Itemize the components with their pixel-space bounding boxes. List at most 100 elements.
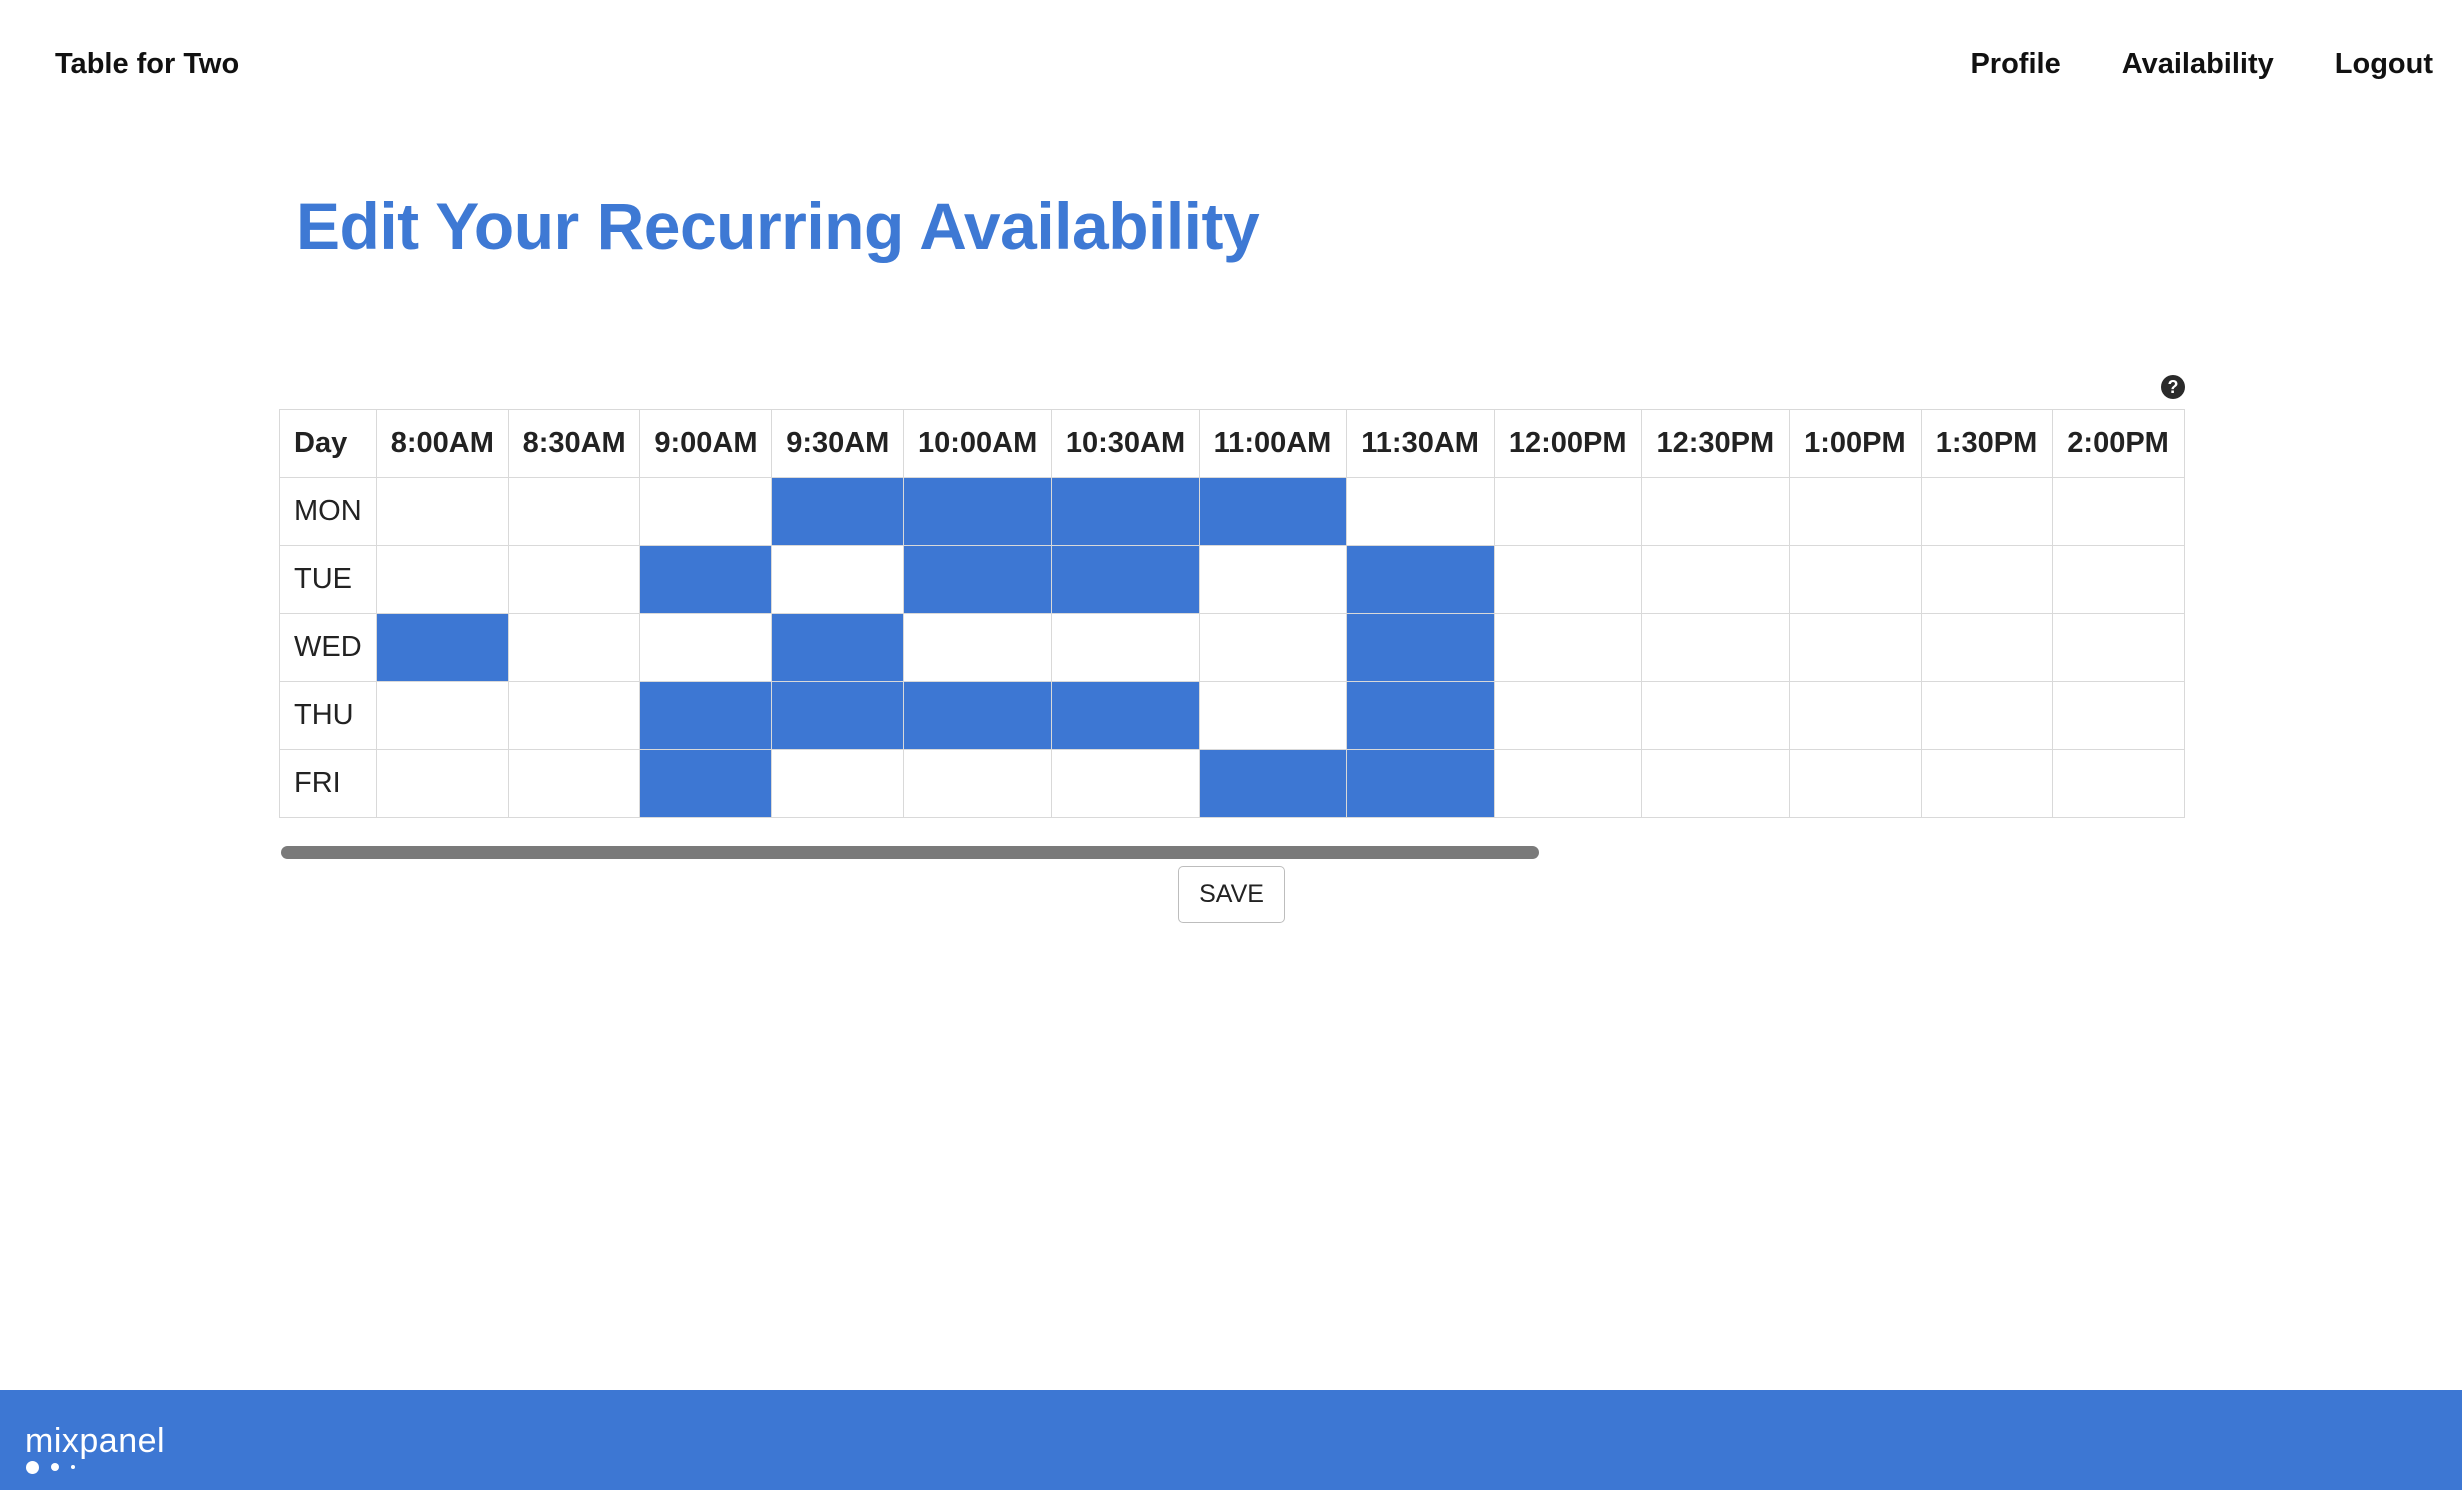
time-slot-cell[interactable] [1198, 681, 1348, 750]
time-slot-cell[interactable] [1050, 545, 1200, 614]
footer-bar [0, 1390, 2462, 1490]
time-slot-cell[interactable] [1493, 681, 1643, 750]
time-slot-cell[interactable] [1493, 477, 1643, 546]
mixpanel-logo[interactable]: mixpanel [25, 1422, 165, 1461]
day-row-thu: THU [279, 681, 2185, 750]
time-slot-cell[interactable] [507, 749, 641, 818]
time-column-header: 12:30PM [1641, 409, 1791, 478]
time-slot-cell[interactable] [1198, 545, 1348, 614]
time-slot-cell[interactable] [771, 477, 904, 546]
nav-link-logout[interactable]: Logout [2335, 48, 2433, 81]
time-slot-cell[interactable] [1789, 613, 1922, 682]
time-column-header: 10:00AM [903, 409, 1052, 478]
time-column-header: 11:00AM [1198, 409, 1348, 478]
time-slot-cell[interactable] [1920, 613, 2054, 682]
horizontal-scrollbar[interactable] [279, 845, 2185, 861]
time-slot-cell[interactable] [639, 477, 773, 546]
time-slot-cell[interactable] [1641, 613, 1791, 682]
time-slot-cell[interactable] [771, 749, 904, 818]
nav-link-availability[interactable]: Availability [2122, 48, 2274, 81]
availability-grid: Day 8:00AM 8:30AM 9:00AM 9:30AM 10:00AM 10:30… [279, 409, 2185, 818]
time-slot-cell[interactable] [1789, 545, 1922, 614]
time-slot-cell[interactable] [903, 545, 1052, 614]
time-slot-cell[interactable] [1920, 545, 2054, 614]
grid-header-row: Day 8:00AM 8:30AM 9:00AM 9:30AM 10:00AM 10:30… [279, 409, 2185, 478]
time-slot-cell[interactable] [507, 613, 641, 682]
availability-grid-scroll: Day 8:00AM 8:30AM 9:00AM 9:30AM 10:00AM 10:30… [279, 409, 2185, 829]
time-column-header: 12:00PM [1493, 409, 1643, 478]
time-slot-cell[interactable] [375, 545, 509, 614]
time-slot-cell[interactable] [1920, 477, 2054, 546]
day-row-fri: FRI [279, 749, 2185, 818]
time-slot-cell[interactable] [1920, 681, 2054, 750]
day-label: TUE [279, 545, 377, 614]
time-slot-cell[interactable] [507, 545, 641, 614]
time-slot-cell[interactable] [1346, 613, 1495, 682]
time-slot-cell[interactable] [1346, 545, 1495, 614]
time-slot-cell[interactable] [639, 545, 773, 614]
time-slot-cell[interactable] [1198, 477, 1348, 546]
day-row-mon: MON [279, 477, 2185, 546]
time-slot-cell[interactable] [639, 681, 773, 750]
day-column-header: Day [279, 409, 377, 478]
time-slot-cell[interactable] [1641, 477, 1791, 546]
time-slot-cell[interactable] [1198, 749, 1348, 818]
time-slot-cell[interactable] [507, 477, 641, 546]
time-column-header: 11:30AM [1346, 409, 1495, 478]
time-slot-cell[interactable] [1789, 477, 1922, 546]
time-slot-cell[interactable] [771, 681, 904, 750]
time-slot-cell[interactable] [375, 749, 509, 818]
day-row-wed: WED [279, 613, 2185, 682]
time-slot-cell[interactable] [2052, 681, 2185, 750]
time-slot-cell[interactable] [1050, 613, 1200, 682]
page-title: Edit Your Recurring Availability [296, 189, 1260, 263]
time-slot-cell[interactable] [903, 477, 1052, 546]
nav-links: Profile Availability Logout [1970, 48, 2433, 81]
time-column-header: 1:00PM [1789, 409, 1922, 478]
scrollbar-thumb[interactable] [281, 846, 1539, 859]
top-nav: Table for Two Profile Availability Logou… [0, 0, 2462, 136]
time-slot-cell[interactable] [1641, 681, 1791, 750]
question-circle-icon[interactable]: ? [2161, 375, 2185, 399]
day-label: WED [279, 613, 377, 682]
time-slot-cell[interactable] [1346, 681, 1495, 750]
nav-link-profile[interactable]: Profile [1970, 48, 2060, 81]
time-slot-cell[interactable] [2052, 477, 2185, 546]
time-column-header: 8:30AM [507, 409, 641, 478]
time-slot-cell[interactable] [1050, 681, 1200, 750]
time-slot-cell[interactable] [1198, 613, 1348, 682]
time-column-header: 8:00AM [375, 409, 509, 478]
time-slot-cell[interactable] [639, 613, 773, 682]
time-slot-cell[interactable] [1346, 749, 1495, 818]
day-label: THU [279, 681, 377, 750]
time-slot-cell[interactable] [1789, 749, 1922, 818]
save-button[interactable]: SAVE [1178, 866, 1285, 923]
time-slot-cell[interactable] [771, 545, 904, 614]
time-column-header: 9:00AM [639, 409, 773, 478]
time-slot-cell[interactable] [903, 681, 1052, 750]
time-slot-cell[interactable] [1641, 749, 1791, 818]
time-slot-cell[interactable] [1493, 749, 1643, 818]
time-slot-cell[interactable] [1920, 749, 2054, 818]
time-slot-cell[interactable] [639, 749, 773, 818]
mixpanel-logo-dots [26, 1460, 75, 1474]
time-slot-cell[interactable] [1789, 681, 1922, 750]
time-slot-cell[interactable] [1050, 749, 1200, 818]
brand-link[interactable]: Table for Two [55, 48, 239, 81]
time-slot-cell[interactable] [1493, 545, 1643, 614]
time-slot-cell[interactable] [771, 613, 904, 682]
time-slot-cell[interactable] [2052, 749, 2185, 818]
time-slot-cell[interactable] [903, 613, 1052, 682]
time-slot-cell[interactable] [1346, 477, 1495, 546]
time-slot-cell[interactable] [2052, 545, 2185, 614]
time-column-header: 10:30AM [1050, 409, 1200, 478]
time-slot-cell[interactable] [2052, 613, 2185, 682]
time-slot-cell[interactable] [1641, 545, 1791, 614]
time-slot-cell[interactable] [507, 681, 641, 750]
time-slot-cell[interactable] [1050, 477, 1200, 546]
time-slot-cell[interactable] [375, 681, 509, 750]
time-slot-cell[interactable] [903, 749, 1052, 818]
time-slot-cell[interactable] [375, 477, 509, 546]
time-slot-cell[interactable] [375, 613, 509, 682]
time-slot-cell[interactable] [1493, 613, 1643, 682]
